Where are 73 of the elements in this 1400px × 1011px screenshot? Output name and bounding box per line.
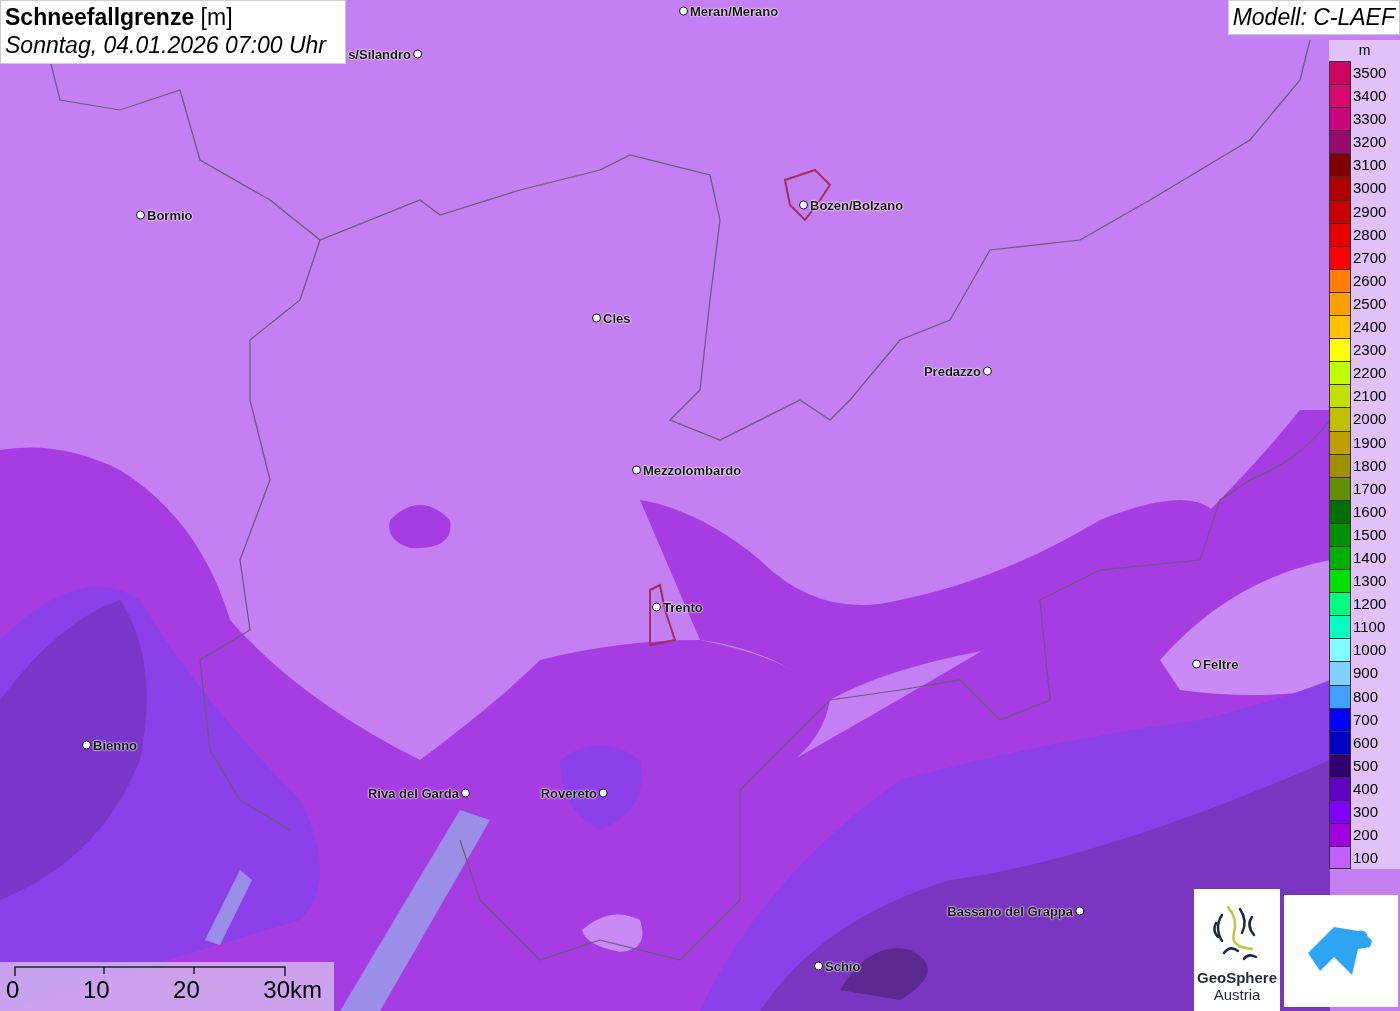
legend-value: 3500 — [1352, 63, 1387, 83]
town-label: Schio — [824, 958, 862, 974]
town-marker-icon — [814, 961, 823, 971]
logo-name: GeoSphere — [1197, 969, 1277, 986]
legend-value: 2700 — [1352, 247, 1387, 268]
legend-value: 100 — [1352, 848, 1379, 869]
legend-value: 1800 — [1352, 455, 1387, 476]
town-label: Bienno — [92, 737, 139, 753]
legend-value: 2900 — [1352, 201, 1387, 222]
town-label: Feltre — [1202, 656, 1240, 672]
legend-value: 700 — [1352, 709, 1379, 730]
town-marker-icon — [413, 49, 422, 59]
legend-unit: m — [1357, 41, 1372, 60]
town-label: Cles — [602, 310, 632, 326]
legend-value: 1000 — [1352, 640, 1387, 661]
legend-value: 2400 — [1352, 317, 1387, 338]
town-label: Mezzolombardo — [642, 462, 743, 478]
town-marker-icon — [799, 200, 808, 210]
parameter-title: Schneefallgrenze — [5, 4, 195, 30]
logo-subtitle: Austria — [1213, 986, 1261, 1003]
legend-value: 3400 — [1352, 86, 1387, 107]
legend-value: 1400 — [1352, 547, 1387, 568]
legend-value: 800 — [1352, 686, 1379, 707]
legend-value: 1600 — [1352, 501, 1387, 522]
legend-value: 2100 — [1352, 386, 1387, 407]
legend-value: 2300 — [1352, 340, 1387, 361]
town-marker-icon — [1192, 659, 1201, 669]
town-label: Bassano del Grappa — [946, 903, 1074, 919]
legend-value: 3100 — [1352, 155, 1387, 176]
legend-value: 500 — [1352, 755, 1379, 776]
legend-value: 2500 — [1352, 293, 1387, 314]
legend-value: 2000 — [1352, 409, 1387, 430]
town-marker-icon — [632, 465, 641, 475]
legend-value: 2200 — [1352, 363, 1387, 384]
legend-value: 2800 — [1352, 224, 1387, 245]
town-marker-icon — [1075, 906, 1084, 916]
town-label: Bormio — [146, 207, 194, 223]
town-marker-icon — [592, 313, 601, 323]
legend-value: 200 — [1352, 825, 1379, 846]
town-marker-icon — [652, 602, 661, 612]
legend-value: 3200 — [1352, 132, 1387, 153]
scale-tick-label: 10 — [82, 976, 110, 1004]
town-marker-icon — [82, 740, 91, 750]
legend-value: 1100 — [1352, 617, 1386, 638]
town-label: s/Silandro — [347, 46, 412, 62]
legend-value: 3300 — [1352, 109, 1387, 130]
scale-tick-label: 20 — [173, 976, 200, 1004]
town-marker-icon — [679, 6, 688, 16]
town-marker-icon — [461, 788, 470, 798]
town-label: Meran/Merano — [689, 3, 780, 19]
legend-value: 1500 — [1352, 524, 1387, 545]
scale-tick-label: 30km — [263, 976, 322, 1004]
legend-value: 300 — [1352, 802, 1379, 822]
roof-cloud-icon — [1308, 927, 1374, 975]
legend-value: 600 — [1352, 732, 1379, 753]
town-marker-icon — [983, 366, 992, 376]
town-marker-icon — [136, 210, 145, 220]
legend-value: 2600 — [1352, 270, 1387, 291]
town-label: Predazzo — [922, 363, 982, 379]
forecast-time: Sonntag, 04.01.2026 07:00 Uhr — [5, 31, 328, 59]
legend-value: 400 — [1352, 778, 1379, 799]
legend-value: 1300 — [1352, 571, 1387, 592]
legend-value: 1700 — [1352, 478, 1387, 499]
legend-value: 3000 — [1352, 178, 1387, 199]
legend-value: 1200 — [1352, 594, 1387, 615]
unit-label: [m] — [200, 4, 233, 30]
scale-tick-label: 0 — [6, 976, 20, 1004]
legend-value: 1900 — [1352, 432, 1387, 453]
model-label: Modell: C-LAEF — [1227, 0, 1400, 35]
town-label: Rovereto — [539, 785, 598, 801]
legend-value: 900 — [1352, 663, 1379, 684]
town-marker-icon — [599, 788, 608, 798]
town-label: Riva del Garda — [366, 785, 460, 801]
